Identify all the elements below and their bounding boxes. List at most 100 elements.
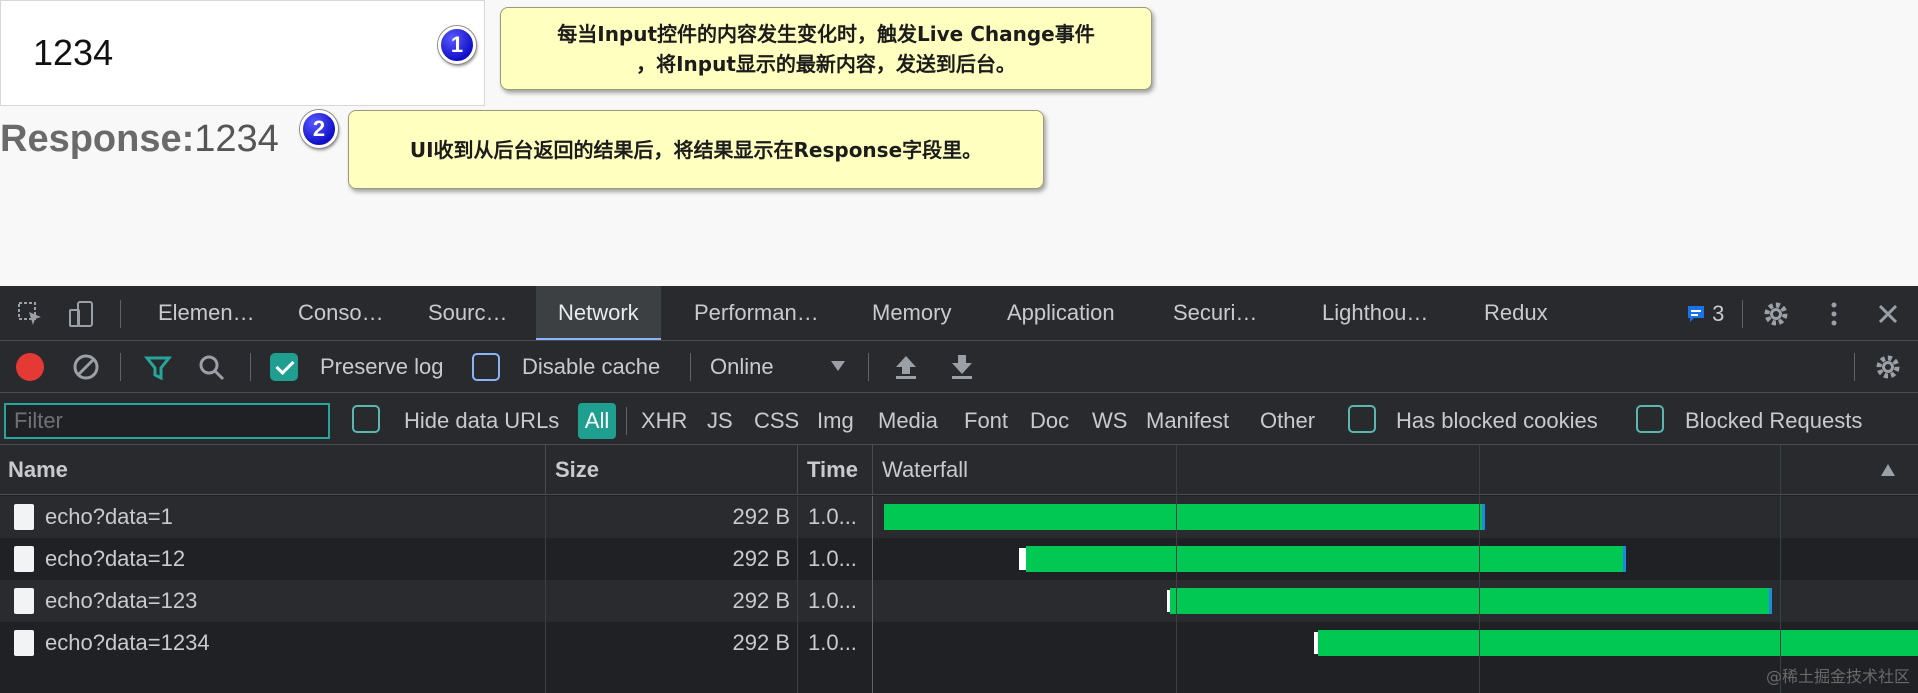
file-icon <box>14 588 34 614</box>
type-filter-xhr[interactable]: XHR <box>641 407 687 435</box>
response-value: 1234 <box>194 118 279 160</box>
tab-sources[interactable]: Sourc… <box>428 286 507 340</box>
has-blocked-cookies-label: Has blocked cookies <box>1396 408 1598 433</box>
blocked-requests-label: Blocked Requests <box>1685 408 1863 433</box>
tab-performance[interactable]: Performan… <box>694 286 819 340</box>
file-icon <box>14 504 34 530</box>
type-filter-all[interactable]: All <box>578 403 616 439</box>
table-row[interactable]: echo?data=1234 292 B 1.0... <box>0 622 1918 664</box>
row-size: 292 B <box>732 630 791 655</box>
step-2-badge: 2 <box>300 110 338 148</box>
hide-data-urls-label: Hide data URLs <box>404 408 560 433</box>
tab-memory[interactable]: Memory <box>872 286 951 340</box>
network-settings-gear-icon[interactable] <box>1874 353 1902 386</box>
issues-counter[interactable]: 3 <box>1686 300 1724 328</box>
column-waterfall[interactable]: Waterfall <box>882 445 968 495</box>
network-filterbar: Filter Hide data URLs All XHR JS CSS Img… <box>0 393 1918 445</box>
sort-arrow-icon[interactable] <box>1880 463 1896 482</box>
has-blocked-cookies-checkbox[interactable] <box>1348 405 1376 433</box>
clear-icon[interactable] <box>72 353 100 386</box>
type-filter-doc[interactable]: Doc <box>1030 407 1069 435</box>
type-filter-img[interactable]: Img <box>817 407 854 435</box>
waterfall-gridline <box>1780 445 1781 693</box>
row-size: 292 B <box>732 546 791 571</box>
device-toggle-icon[interactable] <box>68 300 96 328</box>
column-divider <box>545 496 546 693</box>
kebab-menu-icon[interactable] <box>1820 300 1848 328</box>
row-time: 1.0... <box>808 588 857 613</box>
issues-icon <box>1688 306 1704 322</box>
column-divider[interactable] <box>545 445 546 495</box>
download-icon[interactable] <box>948 353 976 386</box>
step-1-badge: 1 <box>438 26 476 64</box>
requests-table-header: Name Size Time Waterfall <box>0 445 1918 495</box>
divider <box>626 407 627 435</box>
callout-2: UI收到从后台返回的结果后，将结果显示在Response字段里。 <box>348 110 1044 189</box>
disable-cache-checkbox[interactable] <box>472 353 500 381</box>
waterfall-wait <box>1019 548 1026 570</box>
row-time: 1.0... <box>808 546 857 571</box>
tab-redux[interactable]: Redux <box>1484 286 1548 340</box>
row-size: 292 B <box>732 504 791 529</box>
type-filter-other[interactable]: Other <box>1260 407 1315 435</box>
tab-console[interactable]: Conso… <box>298 286 384 340</box>
inspect-icon[interactable] <box>16 300 44 328</box>
tab-security[interactable]: Securi… <box>1173 286 1257 340</box>
waterfall-bar[interactable] <box>1170 588 1772 614</box>
hide-data-urls-checkbox[interactable] <box>352 405 380 433</box>
divider <box>250 353 251 381</box>
table-row[interactable]: echo?data=1 292 B 1.0... <box>0 496 1918 538</box>
dropdown-caret-icon[interactable] <box>830 359 846 378</box>
row-name[interactable]: echo?data=12 <box>45 538 185 580</box>
upload-icon[interactable] <box>892 353 920 386</box>
throttling-select[interactable]: Online <box>710 353 774 381</box>
filter-icon[interactable] <box>143 354 173 387</box>
column-divider[interactable] <box>872 445 873 495</box>
blocked-requests-checkbox[interactable] <box>1636 405 1664 433</box>
column-time[interactable]: Time <box>807 445 858 495</box>
type-filter-ws[interactable]: WS <box>1092 407 1127 435</box>
file-icon <box>14 546 34 572</box>
waterfall-bar[interactable] <box>1318 630 1918 656</box>
type-filter-media[interactable]: Media <box>878 407 938 435</box>
row-name[interactable]: echo?data=1 <box>45 496 173 538</box>
column-size[interactable]: Size <box>555 445 599 495</box>
echo-input[interactable]: 1234 <box>0 0 485 106</box>
preserve-log-checkbox[interactable] <box>270 353 298 381</box>
divider <box>868 353 869 381</box>
file-icon <box>14 630 34 656</box>
waterfall-gridline <box>1176 445 1177 693</box>
tab-lighthouse[interactable]: Lighthou… <box>1322 286 1428 340</box>
row-time: 1.0... <box>808 630 857 655</box>
type-filter-manifest[interactable]: Manifest <box>1146 407 1229 435</box>
settings-gear-icon[interactable] <box>1762 300 1790 328</box>
tab-elements[interactable]: Elemen… <box>158 286 255 340</box>
search-icon[interactable] <box>198 354 226 387</box>
row-name[interactable]: echo?data=1234 <box>45 622 210 664</box>
column-name[interactable]: Name <box>8 445 68 495</box>
row-size: 292 B <box>732 588 791 613</box>
divider <box>120 353 121 381</box>
response-label: Response: <box>0 118 195 160</box>
table-row[interactable]: echo?data=123 292 B 1.0... <box>0 580 1918 622</box>
row-name[interactable]: echo?data=123 <box>45 580 197 622</box>
table-row[interactable]: echo?data=12 292 B 1.0... <box>0 538 1918 580</box>
filter-input[interactable]: Filter <box>4 403 330 439</box>
tab-application[interactable]: Application <box>1007 286 1115 340</box>
divider <box>690 353 691 381</box>
divider <box>1742 300 1743 328</box>
preserve-log-label: Preserve log <box>320 354 444 379</box>
callout-1: 每当Input控件的内容发生变化时，触发Live Change事件 ，将Inpu… <box>500 7 1152 90</box>
waterfall-bar[interactable] <box>1026 546 1626 572</box>
divider <box>1854 353 1855 381</box>
callout-1-line2: ，将Input显示的最新内容，发送到后台。 <box>636 52 1016 76</box>
tab-network[interactable]: Network <box>536 286 661 340</box>
type-filter-font[interactable]: Font <box>964 407 1008 435</box>
type-filter-js[interactable]: JS <box>707 407 733 435</box>
close-icon[interactable] <box>1874 300 1902 328</box>
type-filter-css[interactable]: CSS <box>754 407 799 435</box>
record-icon[interactable] <box>16 353 44 381</box>
waterfall-bar[interactable] <box>884 504 1485 530</box>
disable-cache-label: Disable cache <box>522 354 661 379</box>
column-divider[interactable] <box>797 445 798 495</box>
